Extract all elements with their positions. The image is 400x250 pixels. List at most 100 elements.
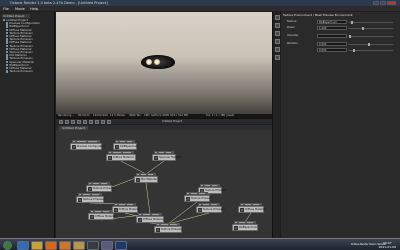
photoshop-icon[interactable]	[115, 240, 127, 250]
graph-node-label: RGBSpectrum	[239, 226, 258, 229]
kernel-icon[interactable]	[274, 47, 280, 52]
param-row: Texture RGBspectrum	[287, 20, 397, 24]
menu-file[interactable]: File	[3, 7, 9, 11]
app-icon[interactable]	[101, 240, 113, 250]
node-type-icon	[114, 145, 120, 150]
environment-icon[interactable]	[274, 31, 280, 36]
param-label: Imposter	[287, 34, 299, 37]
node-type-icon	[107, 156, 113, 161]
pause-render-icon[interactable]	[71, 120, 75, 124]
firefox-icon[interactable]	[59, 240, 71, 250]
param-value-field[interactable]: 1.000	[317, 26, 347, 30]
inspector-icon-bar	[272, 12, 280, 238]
inspector-header: Texture Environment / Mesh Preview Envir…	[283, 13, 353, 17]
graph-node[interactable]: Diffuse Material	[106, 154, 136, 161]
graph-node[interactable]: Texture Emission	[196, 206, 225, 213]
param-slider-knob[interactable]	[353, 48, 356, 52]
param-slider[interactable]	[349, 20, 393, 24]
graph-node[interactable]: Texture Emission	[184, 195, 213, 202]
pick-material-icon[interactable]	[89, 120, 93, 124]
menu-help[interactable]: Help	[30, 7, 38, 11]
scene-tree-item[interactable]: Texture Emission	[6, 70, 33, 73]
graph-node[interactable]: Texture Emission	[76, 196, 105, 203]
node-graph-editor[interactable]: Preview Configuration RGBSpectrum Diffuse …	[56, 130, 272, 238]
graph-node[interactable]: Texture Emission	[154, 226, 183, 233]
imager-icon[interactable]	[274, 39, 280, 44]
param-value-field[interactable]: 0.000	[317, 48, 347, 52]
graph-node[interactable]: Specular Material	[152, 154, 182, 161]
node-inspector-panel: Texture Environment / Mesh Preview Envir…	[281, 12, 400, 238]
render-toolbar: Untitled Project	[56, 118, 272, 124]
camera-icon[interactable]	[274, 23, 280, 28]
headlight-bulb-left	[146, 58, 152, 65]
graph-node-label: Diffuse Material	[245, 208, 266, 211]
graph-node-label: Diffuse Material	[143, 218, 164, 221]
render-toolbar-label: Untitled Project	[162, 120, 182, 124]
window-title: Octane Render 1.0 beta 2.47b Demo - [Unt…	[10, 1, 108, 5]
graph-node-label: Texture Emission	[191, 197, 213, 200]
param-slider[interactable]	[349, 34, 393, 38]
system-clock[interactable]: 00:47 2011-01-06	[379, 241, 396, 249]
camera-reset-icon[interactable]	[59, 120, 63, 124]
node-type-icon	[89, 215, 95, 220]
zoom-icon[interactable]	[95, 120, 99, 124]
ie-icon[interactable]	[17, 240, 29, 250]
region-icon[interactable]	[107, 120, 111, 124]
graph-node-label: Mix Material	[141, 178, 157, 181]
param-row: Rotation 0.000	[287, 42, 397, 46]
octane-icon[interactable]	[87, 240, 99, 250]
graph-node[interactable]: Diffuse Material	[88, 213, 115, 220]
node-type-icon	[137, 218, 143, 223]
graph-node[interactable]: Diffuse Material	[136, 216, 164, 223]
graph-node-label: Preview Configuration	[77, 145, 106, 148]
node-type-icon	[239, 208, 245, 213]
graph-node-label: Texture Emission	[205, 189, 227, 192]
param-slider[interactable]	[349, 26, 393, 30]
explorer-icon[interactable]	[31, 240, 43, 250]
maximize-button[interactable]	[380, 1, 386, 5]
node-type-icon	[185, 197, 191, 202]
graph-node[interactable]: Diffuse Material	[238, 206, 266, 213]
param-value-field[interactable]: 0.000	[317, 42, 347, 46]
graph-node[interactable]: Preview Configuration	[70, 143, 106, 150]
graph-node[interactable]: RGBSpectrum	[113, 143, 139, 150]
graph-node[interactable]: Diffuse Material	[112, 206, 140, 213]
menu-mode[interactable]: Mode	[15, 7, 25, 11]
param-value-field[interactable]	[317, 34, 347, 38]
graph-node[interactable]: Mix Material	[134, 176, 158, 183]
node-type-icon	[233, 226, 239, 231]
node-type-icon	[153, 156, 159, 161]
graph-node-label: RGBSpectrum	[120, 145, 139, 148]
media-player-icon[interactable]	[45, 240, 57, 250]
node-type-icon	[155, 228, 161, 233]
menu-bar: File Mode Help	[0, 6, 400, 11]
rendered-headlight-image	[141, 55, 175, 69]
graph-node-label: Specular Material	[159, 156, 182, 159]
graph-node-label: Texture Emission	[93, 187, 115, 190]
param-slider-knob[interactable]	[367, 42, 370, 46]
clock-date: 2011-01-06	[378, 244, 396, 249]
material-icon[interactable]	[274, 55, 280, 60]
node-connection-wire	[145, 182, 151, 215]
close-button[interactable]	[387, 1, 396, 5]
stop-render-icon[interactable]	[77, 120, 81, 124]
graph-node[interactable]: Texture Emission	[86, 185, 115, 192]
param-slider-knob[interactable]	[349, 34, 351, 38]
param-slider[interactable]	[349, 48, 393, 52]
param-value-field[interactable]: RGBspectrum	[317, 20, 347, 24]
graph-node-label: Diffuse Material	[119, 208, 140, 211]
start-orb-icon[interactable]	[3, 240, 12, 250]
param-slider-knob[interactable]	[361, 26, 364, 30]
pick-focus-icon[interactable]	[83, 120, 87, 124]
restart-render-icon[interactable]	[65, 120, 69, 124]
scene-tree-item-label: Texture Emission	[9, 69, 33, 74]
node-inspector-icon[interactable]	[274, 15, 280, 20]
param-slider-knob[interactable]	[351, 20, 354, 24]
graph-node[interactable]: RGBSpectrum	[232, 224, 258, 231]
folder-icon[interactable]	[73, 240, 85, 250]
headlight-bulb-right	[154, 58, 160, 65]
node-type-icon	[135, 178, 141, 183]
save-image-icon[interactable]	[101, 120, 105, 124]
minimize-button[interactable]	[373, 1, 379, 5]
param-slider[interactable]	[349, 42, 393, 46]
